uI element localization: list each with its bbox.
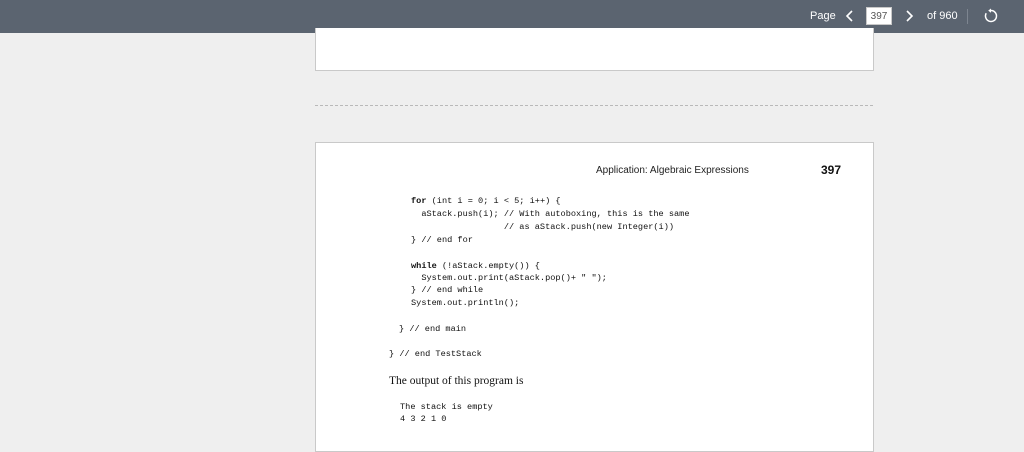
code-text: (int i = 0; i < 5; i++) {: [426, 196, 561, 206]
code-line: } // end main: [399, 324, 467, 334]
code-line: System.out.println();: [411, 298, 520, 308]
code-text: (!aStack.empty()) {: [436, 261, 540, 271]
current-page-sheet: [315, 142, 874, 452]
code-keyword: for: [411, 196, 427, 206]
output-intro: The output of this program is: [389, 375, 524, 387]
previous-page-button[interactable]: [840, 6, 860, 26]
output-line: 4 3 2 1 0: [400, 414, 447, 424]
next-page-button[interactable]: [899, 6, 919, 26]
page-separator: [315, 105, 873, 106]
toolbar-divider: [967, 9, 968, 24]
chevron-right-icon: [906, 10, 914, 22]
chevron-left-icon: [845, 10, 853, 22]
page-number-input[interactable]: [866, 7, 892, 25]
rotate-button[interactable]: [981, 6, 1001, 26]
previous-page-sheet: [315, 28, 874, 71]
code-line: } // end TestStack: [389, 349, 482, 359]
code-line: } // end while: [411, 285, 484, 295]
code-line: while (!aStack.empty()) {: [411, 261, 540, 271]
page-number: 397: [821, 163, 842, 177]
code-line: // as aStack.push(new Integer(i)): [411, 222, 675, 232]
running-head: Application: Algebraic Expressions: [596, 165, 749, 176]
rotate-icon: [984, 8, 998, 23]
code-keyword: while: [411, 261, 437, 271]
output-line: The stack is empty: [400, 402, 493, 412]
page-label: Page: [810, 10, 836, 22]
code-line: } // end for: [411, 235, 473, 245]
total-pages-label: of 960: [927, 10, 958, 22]
code-line: for (int i = 0; i < 5; i++) {: [411, 196, 561, 206]
code-line: aStack.push(i); // With autoboxing, this…: [411, 209, 690, 219]
code-line: System.out.print(aStack.pop()+ " ");: [411, 273, 607, 283]
